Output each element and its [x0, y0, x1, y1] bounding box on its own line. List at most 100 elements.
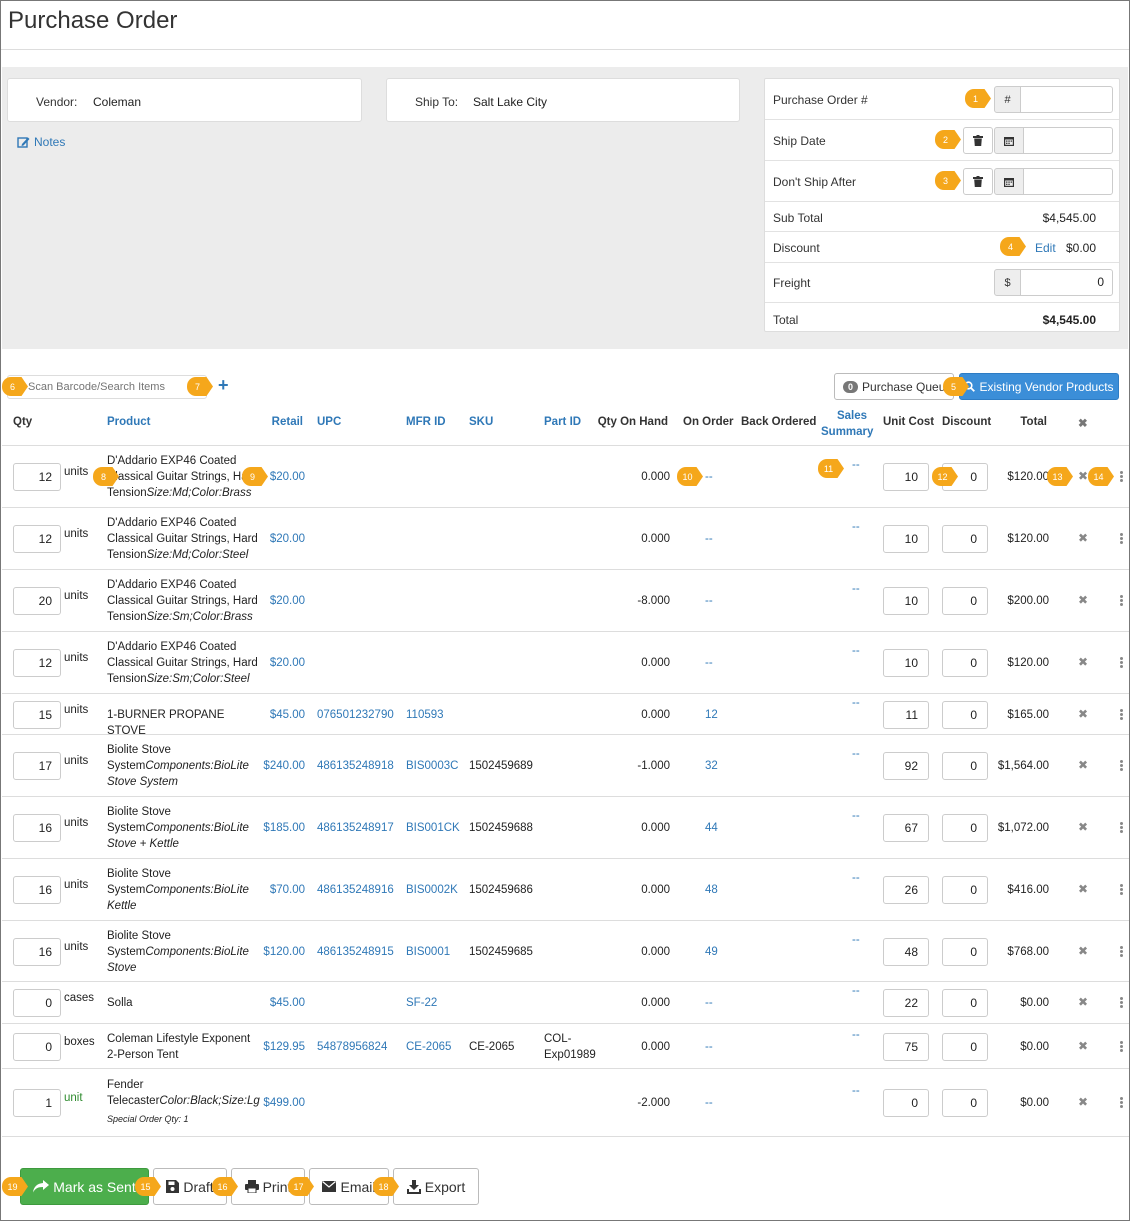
qty-input[interactable]: 1 [13, 1089, 61, 1117]
discount-input[interactable]: 0 [942, 1089, 988, 1117]
remove-item-icon[interactable]: ✖ [1078, 819, 1088, 835]
qty-input[interactable]: 15 [13, 700, 61, 729]
retail-price[interactable]: $240.00 [263, 758, 305, 774]
sales-summary-link[interactable]: -- [852, 746, 860, 762]
row-menu-icon[interactable] [1120, 657, 1123, 668]
discount-input[interactable]: 0 [942, 937, 988, 966]
search-input[interactable] [7, 375, 207, 399]
sales-summary-link[interactable]: -- [852, 1027, 860, 1043]
on-order-link[interactable]: 32 [705, 758, 718, 774]
mfr-id-link[interactable]: BIS001CK [406, 820, 460, 836]
upc-link[interactable]: 486135248916 [317, 882, 394, 898]
ship-to-card[interactable]: Ship To: Salt Lake City [386, 78, 740, 122]
remove-item-icon[interactable]: ✖ [1078, 1094, 1088, 1110]
upc-link[interactable]: 486135248915 [317, 944, 394, 960]
add-item-icon[interactable]: + [218, 375, 229, 396]
row-menu-icon[interactable] [1120, 595, 1123, 606]
on-order-link[interactable]: 12 [705, 707, 718, 723]
retail-price[interactable]: $499.00 [263, 1095, 305, 1111]
sales-summary-link[interactable]: -- [852, 983, 860, 999]
on-order-link[interactable]: 48 [705, 882, 718, 898]
qty-input[interactable]: 0 [13, 1032, 61, 1061]
on-order-link[interactable]: 44 [705, 820, 718, 836]
unit-cost-input[interactable]: 75 [883, 1032, 929, 1061]
mark-as-sent-button[interactable]: Mark as Sent [20, 1168, 149, 1205]
row-menu-icon[interactable] [1120, 884, 1123, 895]
row-menu-icon[interactable] [1120, 945, 1123, 957]
dont-ship-after-input[interactable] [1023, 168, 1113, 195]
on-order-link[interactable]: -- [705, 1095, 713, 1111]
retail-price[interactable]: $45.00 [270, 707, 305, 723]
sales-summary-link[interactable]: -- [852, 1083, 860, 1099]
retail-price[interactable]: $120.00 [263, 944, 305, 960]
qty-input[interactable]: 20 [13, 587, 61, 615]
on-order-link[interactable]: -- [705, 1039, 713, 1055]
sales-summary-link[interactable]: -- [852, 695, 860, 711]
on-order-link[interactable]: -- [705, 995, 713, 1011]
mfr-id-link[interactable]: BIS0003C [406, 758, 458, 774]
qty-input[interactable]: 12 [13, 463, 61, 491]
remove-item-icon[interactable]: ✖ [1078, 881, 1088, 897]
sales-summary-link[interactable]: -- [852, 932, 860, 948]
retail-price[interactable]: $185.00 [263, 820, 305, 836]
qty-input[interactable]: 16 [13, 937, 61, 966]
unit-cost-input[interactable]: 10 [883, 525, 929, 553]
on-order-link[interactable]: -- [705, 655, 713, 671]
sales-summary-link[interactable]: -- [852, 581, 860, 597]
discount-input[interactable]: 0 [942, 876, 988, 904]
row-menu-icon[interactable] [1120, 533, 1123, 544]
row-menu-icon[interactable] [1120, 1040, 1123, 1052]
on-order-link[interactable]: -- [705, 593, 713, 609]
remove-item-icon[interactable]: ✖ [1078, 654, 1088, 670]
retail-price[interactable]: $70.00 [270, 882, 305, 898]
sales-summary-link[interactable]: -- [852, 870, 860, 886]
col-part-id[interactable]: Part ID [544, 416, 581, 428]
qty-input[interactable]: 12 [13, 649, 61, 677]
mfr-id-link[interactable]: CE-2065 [406, 1039, 451, 1055]
remove-item-icon[interactable]: ✖ [1078, 468, 1088, 484]
unit-cost-input[interactable]: 22 [883, 989, 929, 1017]
row-menu-icon[interactable] [1120, 760, 1123, 771]
remove-all-icon[interactable]: ✖ [1078, 416, 1088, 430]
discount-input[interactable]: 0 [942, 989, 988, 1017]
retail-price[interactable]: $20.00 [270, 531, 305, 547]
existing-vendor-products-button[interactable]: Existing Vendor Products [959, 373, 1119, 400]
discount-input[interactable]: 0 [942, 587, 988, 615]
discount-input[interactable]: 0 [942, 525, 988, 553]
notes-link[interactable]: Notes [17, 135, 65, 149]
discount-input[interactable]: 0 [942, 700, 988, 729]
qty-input[interactable]: 0 [13, 989, 61, 1017]
sales-summary-link[interactable]: -- [852, 808, 860, 824]
col-sales-summary[interactable]: Sales Summary [821, 408, 873, 440]
col-retail[interactable]: Retail [272, 416, 303, 428]
vendor-card[interactable]: Vendor: Coleman [7, 78, 362, 122]
col-upc[interactable]: UPC [317, 416, 341, 428]
retail-price[interactable]: $20.00 [270, 469, 305, 485]
ship-date-calendar-addon[interactable] [994, 127, 1024, 154]
unit-cost-input[interactable]: 26 [883, 876, 929, 904]
discount-input[interactable]: 0 [942, 649, 988, 677]
discount-edit-link[interactable]: Edit [1035, 241, 1056, 255]
clear-dont-ship-button[interactable] [963, 168, 993, 195]
qty-input[interactable]: 17 [13, 752, 61, 780]
unit-cost-input[interactable]: 48 [883, 937, 929, 966]
po-number-input[interactable] [1020, 86, 1113, 113]
unit-cost-input[interactable]: 11 [883, 700, 929, 729]
row-menu-icon[interactable] [1120, 822, 1123, 833]
on-order-link[interactable]: 49 [705, 944, 718, 960]
mfr-id-link[interactable]: SF-22 [406, 995, 437, 1011]
sales-summary-link[interactable]: -- [852, 457, 860, 473]
ship-date-input[interactable] [1023, 127, 1113, 154]
on-order-link[interactable]: -- [705, 531, 713, 547]
remove-item-icon[interactable]: ✖ [1078, 530, 1088, 546]
remove-item-icon[interactable]: ✖ [1078, 706, 1088, 722]
discount-input[interactable]: 0 [942, 814, 988, 842]
col-sku[interactable]: SKU [469, 416, 493, 428]
discount-input[interactable]: 0 [942, 1032, 988, 1061]
row-menu-icon[interactable] [1120, 708, 1123, 720]
row-menu-icon[interactable] [1120, 1097, 1123, 1108]
upc-link[interactable]: 54878956824 [317, 1039, 387, 1055]
on-order-link[interactable]: -- [705, 469, 713, 485]
remove-item-icon[interactable]: ✖ [1078, 943, 1088, 959]
row-menu-icon[interactable] [1120, 471, 1123, 482]
